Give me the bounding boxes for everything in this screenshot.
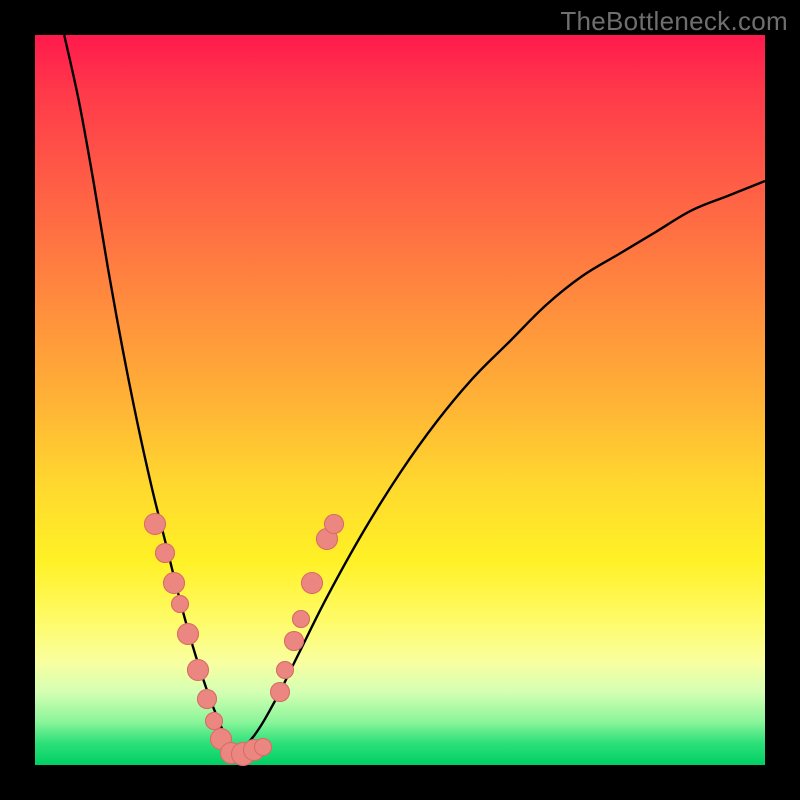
scatter-dot [144, 513, 166, 535]
plot-area [35, 35, 765, 765]
scatter-dot [270, 682, 290, 702]
scatter-dot [284, 631, 304, 651]
scatter-dot [171, 595, 189, 613]
watermark-text: TheBottleneck.com [560, 6, 788, 37]
scatter-dot [301, 572, 323, 594]
scatter-dot [292, 610, 310, 628]
scatter-dot [254, 738, 272, 756]
curve-right [232, 181, 765, 758]
scatter-dot [155, 543, 175, 563]
scatter-dot [324, 514, 344, 534]
scatter-dot [177, 623, 199, 645]
curves-svg [35, 35, 765, 765]
chart-frame: TheBottleneck.com [0, 0, 800, 800]
scatter-dot [163, 572, 185, 594]
curve-left [64, 35, 232, 758]
scatter-dot [276, 661, 294, 679]
scatter-dot [197, 689, 217, 709]
scatter-dot [187, 659, 209, 681]
